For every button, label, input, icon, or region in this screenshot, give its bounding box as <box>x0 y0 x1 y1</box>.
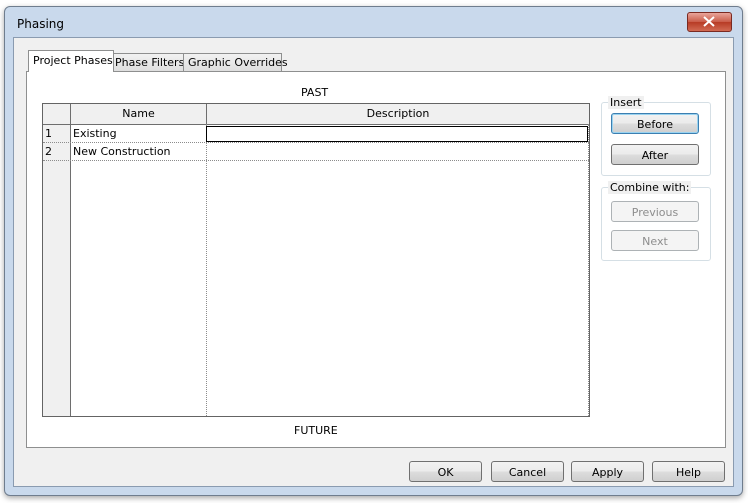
row-number: 2 <box>45 145 52 158</box>
close-icon <box>703 16 715 27</box>
grid-corner <box>43 104 71 125</box>
close-button[interactable] <box>687 12 732 32</box>
future-label: FUTURE <box>294 424 338 437</box>
title-bar: Phasing <box>5 7 742 39</box>
insert-group-title: Insert <box>608 96 644 109</box>
phases-grid[interactable]: Name Description 1 Existing 2 New Constr… <box>42 103 590 417</box>
table-row[interactable]: 1 Existing <box>43 125 589 143</box>
phasing-dialog: Phasing Project Phases Phase Filters Gra… <box>4 6 743 496</box>
apply-button[interactable]: Apply <box>571 461 644 482</box>
combine-next-button[interactable]: Next <box>611 230 699 251</box>
dialog-client-area: Project Phases Phase Filters Graphic Ove… <box>13 37 734 487</box>
row-number: 1 <box>45 127 52 140</box>
tab-project-phases[interactable]: Project Phases <box>28 50 114 72</box>
cancel-button[interactable]: Cancel <box>491 461 564 482</box>
help-button[interactable]: Help <box>652 461 725 482</box>
combine-with-group: Combine with: Previous Next <box>601 181 711 261</box>
combine-previous-button[interactable]: Previous <box>611 201 699 222</box>
column-header-description[interactable]: Description <box>207 104 589 125</box>
insert-after-button[interactable]: After <box>611 144 699 165</box>
column-divider <box>206 124 207 416</box>
insert-group: Insert Before After <box>601 96 711 176</box>
ok-button[interactable]: OK <box>409 461 482 482</box>
column-header-name[interactable]: Name <box>71 104 207 125</box>
phase-name-cell[interactable]: New Construction <box>73 145 171 158</box>
window-title: Phasing <box>17 17 65 31</box>
table-row[interactable]: 2 New Construction <box>43 143 589 161</box>
phase-name-cell[interactable]: Existing <box>73 127 117 140</box>
past-label: PAST <box>301 86 329 99</box>
tab-phase-filters[interactable]: Phase Filters <box>110 53 184 71</box>
insert-before-button[interactable]: Before <box>611 113 699 134</box>
column-divider <box>588 124 589 416</box>
combine-group-title: Combine with: <box>608 181 692 194</box>
tab-graphic-overrides[interactable]: Graphic Overrides <box>183 53 288 71</box>
phase-description-cell[interactable] <box>206 126 588 142</box>
